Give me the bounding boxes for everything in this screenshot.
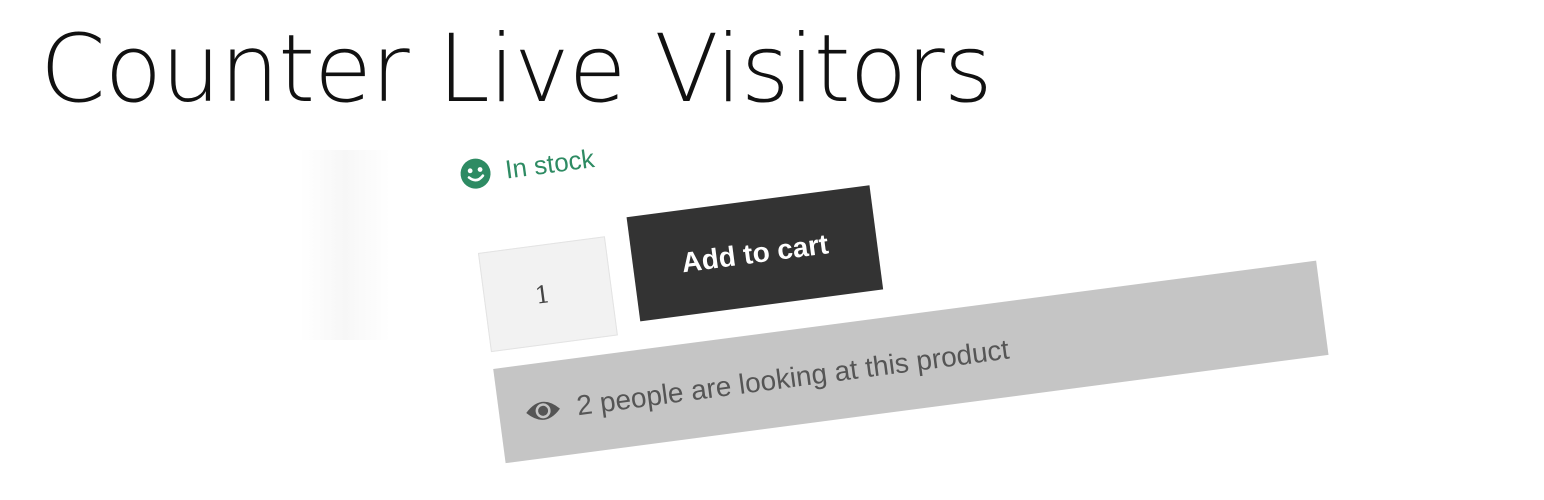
product-image-placeholder <box>300 150 390 340</box>
live-visitors-notice: 2 people are looking at this product <box>493 260 1329 464</box>
live-visitors-text: 2 people are looking at this product <box>574 333 1011 421</box>
smile-icon <box>460 158 491 189</box>
stock-status-label: In stock <box>503 142 597 185</box>
eye-icon <box>526 401 560 420</box>
page: Counter Live Visitors In stock 1 Add to … <box>0 0 1544 500</box>
stock-status: In stock <box>458 142 597 191</box>
quantity-input[interactable]: 1 <box>477 236 618 353</box>
add-to-cart-button[interactable]: Add to cart <box>626 185 884 322</box>
